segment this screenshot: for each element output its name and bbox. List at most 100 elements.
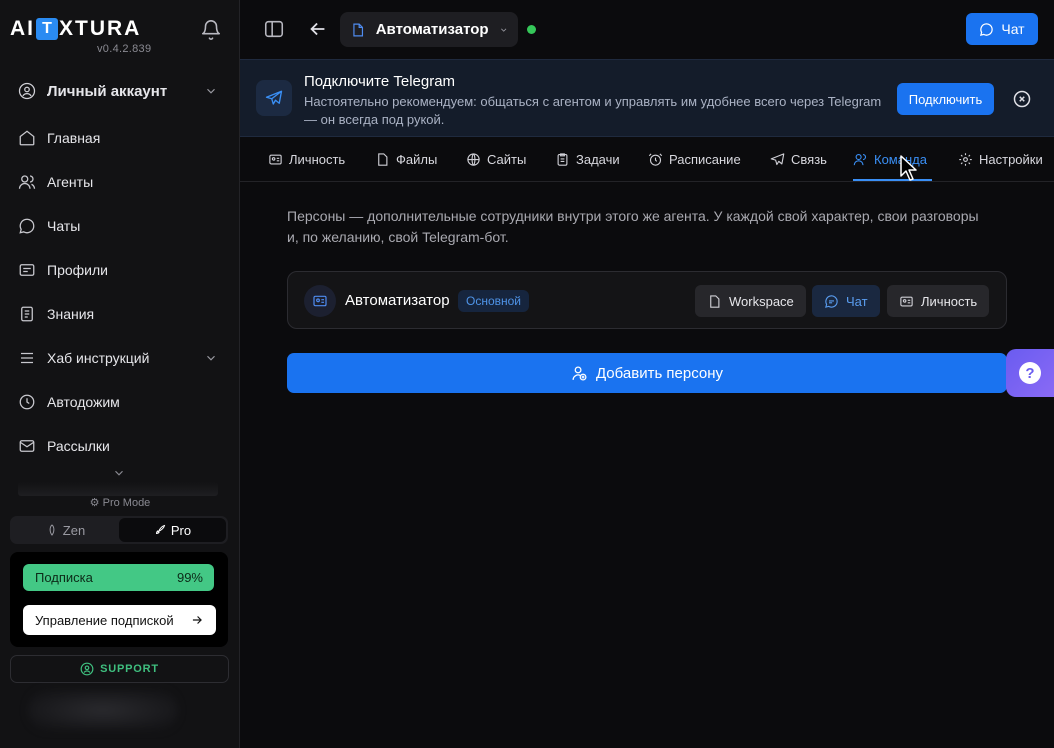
file-icon	[378, 152, 388, 166]
back-arrow-icon[interactable]	[307, 18, 329, 40]
tab-label: Сайты	[487, 151, 527, 167]
hub-icon	[21, 352, 33, 364]
team-description: Персоны — дополнительные сотрудники внут…	[287, 208, 979, 245]
personality-label: Личность	[921, 293, 978, 309]
manage-subscription-button[interactable]: Управление подпиской	[23, 605, 216, 635]
telegram-send-icon	[265, 90, 283, 105]
chevron-down-icon	[207, 88, 215, 94]
mode-switch: Zen Pro	[10, 516, 228, 544]
sidebar-item-label: Чаты	[47, 218, 81, 234]
tab-label: Файлы	[396, 151, 438, 167]
tab-label: Личность	[289, 151, 346, 167]
sidebar-item-profiles[interactable]: Профили	[18, 256, 222, 284]
agent-file-icon	[353, 23, 364, 36]
chat-button[interactable]: Чат	[966, 13, 1038, 45]
id-card-icon	[313, 295, 327, 307]
sidebar-item-autofollowup[interactable]: Автодожим	[18, 388, 222, 416]
help-button[interactable]: ?	[1006, 349, 1054, 397]
user-circle-icon	[18, 82, 36, 100]
chat-icon	[980, 22, 994, 36]
sidebar-item-instruction-hub[interactable]: Хаб инструкций	[18, 344, 222, 372]
bell-icon[interactable]	[200, 19, 222, 41]
sidebar-item-label: Знания	[47, 306, 95, 322]
sidebar-item-label: Профили	[47, 262, 108, 278]
tab-files[interactable]: Файлы	[375, 137, 437, 181]
chat-label: Чат	[846, 293, 868, 309]
sidebar-item-label: Хаб инструкций	[47, 350, 150, 366]
sidebar-item-label: Главная	[47, 130, 101, 146]
logo-text-start: AI	[10, 17, 35, 40]
persona-workspace-button[interactable]: Workspace	[695, 285, 806, 317]
logo-letter-box: T	[36, 18, 58, 40]
tab-tasks[interactable]: Задачи	[555, 137, 620, 181]
sidebar: AI T XTURA v0.4.2.839 Личный аккаунт Гла…	[0, 0, 240, 748]
tab-schedule[interactable]: Расписание	[648, 137, 741, 181]
tab-label: Связь	[791, 151, 827, 167]
sidebar-item-chats[interactable]: Чаты	[18, 212, 222, 240]
tab-settings[interactable]: Настройки	[958, 137, 1043, 181]
document-icon	[21, 306, 33, 322]
sidebar-item-label: Агенты	[47, 174, 94, 190]
tab-label: Настройки	[979, 151, 1043, 167]
add-persona-label: Добавить персону	[595, 364, 724, 382]
close-banner-icon[interactable]	[1013, 90, 1031, 108]
telegram-icon-box	[256, 80, 292, 116]
banner-text: Настоятельно рекомендуем: общаться с аге…	[304, 94, 882, 127]
rocket-icon: ⚙	[89, 497, 100, 509]
sidebar-item-home[interactable]: Главная	[18, 124, 222, 152]
support-button[interactable]: SUPPORT	[10, 655, 229, 683]
account-label: Личный аккаунт	[47, 82, 168, 100]
online-status-dot	[527, 25, 536, 34]
users-icon	[18, 175, 36, 189]
sidebar-item-label: Автодожим	[47, 394, 120, 410]
tab-communication[interactable]: Связь	[770, 137, 827, 181]
tab-team[interactable]: Команда	[853, 137, 932, 181]
add-persona-button[interactable]: Добавить персону	[287, 353, 1007, 393]
scroll-more-chevron-icon[interactable]	[112, 466, 126, 480]
subscription-label: Подписка	[35, 570, 93, 585]
tab-personality[interactable]: Личность	[268, 137, 345, 181]
app-logo[interactable]: AI T XTURA	[10, 17, 141, 41]
chat-icon	[825, 294, 838, 308]
add-user-icon	[572, 365, 587, 381]
globe-icon	[467, 152, 480, 166]
connect-telegram-button[interactable]: Подключить	[897, 83, 994, 115]
persona-name: Автоматизатор	[345, 292, 450, 309]
account-switcher[interactable]: Личный аккаунт	[18, 77, 222, 105]
sidebar-item-agents[interactable]: Агенты	[18, 168, 222, 196]
agent-name: Автоматизатор	[375, 21, 489, 38]
persona-personality-button[interactable]: Личность	[887, 285, 990, 317]
file-icon	[710, 294, 720, 308]
mode-zen-button[interactable]: Zen	[12, 518, 119, 542]
subscription-card: Подписка 99% Управление подпиской	[10, 552, 228, 647]
chat-icon	[19, 218, 35, 234]
alarm-icon	[648, 152, 663, 166]
agent-selector[interactable]: Автоматизатор	[340, 12, 518, 47]
subscription-progress: Подписка 99%	[23, 564, 214, 591]
mouse-cursor-icon	[900, 155, 917, 181]
tab-sites[interactable]: Сайты	[466, 137, 526, 181]
arrow-right-icon	[192, 616, 202, 624]
faded-hidden-item	[18, 482, 218, 496]
app-version: v0.4.2.839	[97, 43, 152, 55]
top-bar: Автоматизатор Чат	[240, 0, 1054, 59]
sidebar-item-knowledge[interactable]: Знания	[18, 300, 222, 328]
pro-mode-caption: ⚙ Pro Mode	[0, 496, 240, 509]
id-card-icon	[900, 296, 913, 306]
profile-card-icon	[19, 264, 35, 276]
telegram-banner: Подключите Telegram Настоятельно рекомен…	[240, 59, 1054, 137]
sidebar-item-mailings[interactable]: Рассылки	[18, 432, 222, 460]
leaf-icon	[49, 524, 55, 536]
pro-mode-label: Pro Mode	[102, 497, 151, 509]
persona-chat-button[interactable]: Чат	[812, 285, 880, 317]
gear-icon	[959, 152, 972, 166]
chevron-down-icon	[207, 355, 215, 361]
sidebar-toggle-icon[interactable]	[263, 18, 285, 40]
subscription-percent: 99%	[176, 570, 203, 585]
mode-pro-label: Pro	[170, 522, 192, 538]
user-profile-blurred[interactable]	[28, 690, 178, 730]
persona-card: Автоматизатор Основной Workspace Чат Лич…	[287, 271, 1007, 329]
mode-pro-button[interactable]: Pro	[119, 518, 226, 542]
send-icon	[770, 152, 785, 165]
support-label: SUPPORT	[100, 663, 159, 675]
